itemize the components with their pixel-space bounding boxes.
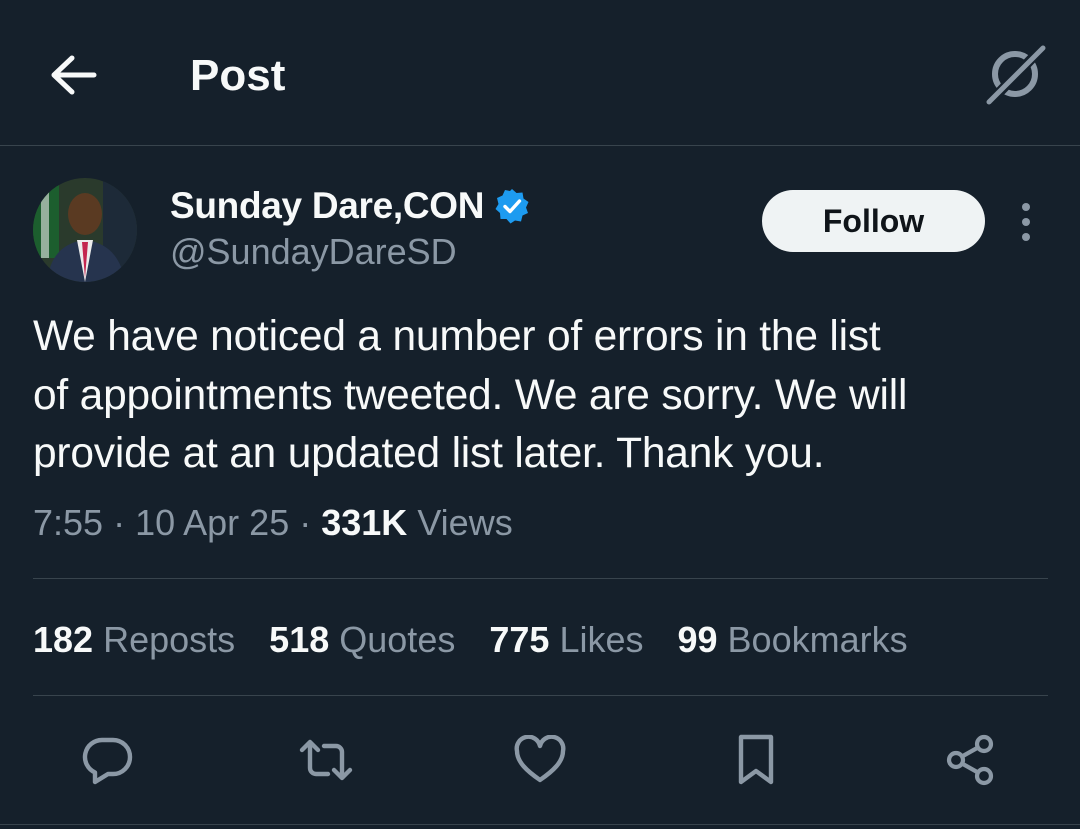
grok-button[interactable] <box>982 42 1048 106</box>
grok-icon <box>986 44 1046 105</box>
back-button[interactable] <box>46 50 102 100</box>
author-name-row[interactable]: Sunday Dare,CON <box>170 183 530 229</box>
verified-badge-icon <box>494 188 530 224</box>
meta-separator: · <box>299 502 322 543</box>
avatar-photo <box>33 178 137 282</box>
reposts-stat[interactable]: 182 Reposts <box>33 616 235 664</box>
divider <box>0 824 1080 825</box>
tweet-line: We have noticed a number of errors in th… <box>33 313 881 360</box>
author-handle[interactable]: @SundayDareSD <box>170 229 457 275</box>
divider <box>33 695 1048 696</box>
tweet-date[interactable]: 10 Apr 25 <box>135 502 289 543</box>
views-label: Views <box>417 502 513 543</box>
like-button[interactable] <box>512 732 568 788</box>
author-name[interactable]: Sunday Dare,CON <box>170 185 485 227</box>
tweet-time[interactable]: 7:55 <box>33 502 103 543</box>
page-title: Post <box>190 51 286 100</box>
bookmark-icon <box>738 734 774 785</box>
tweet-line: of appointments tweeted. We are sorry. W… <box>33 371 908 419</box>
views-count: 331K <box>321 502 408 543</box>
share-icon <box>946 734 994 786</box>
post-page: Post Sunday Dare,CON @SundayDareSD Follo… <box>0 0 1080 829</box>
engagement-stats: 182 Reposts 518 Quotes 775 Likes 99 Book… <box>33 616 942 664</box>
bookmark-button[interactable] <box>728 732 784 788</box>
meta-separator: · <box>113 502 136 543</box>
more-options-button[interactable] <box>1006 198 1046 246</box>
tweet-meta: 7:55 · 10 Apr 25 · 331K Views <box>33 500 513 546</box>
bookmarks-stat[interactable]: 99 Bookmarks <box>677 616 907 664</box>
likes-stat[interactable]: 775 Likes <box>489 616 643 664</box>
more-vertical-icon <box>1022 203 1030 241</box>
reply-icon <box>82 737 133 785</box>
share-button[interactable] <box>942 732 998 788</box>
follow-button[interactable]: Follow <box>762 190 985 252</box>
tweet-line: provide at an updated list later. Thank … <box>33 430 825 477</box>
like-icon <box>514 735 566 783</box>
top-bar: Post <box>0 0 1080 146</box>
reply-button[interactable] <box>80 732 136 788</box>
repost-button[interactable] <box>298 732 354 788</box>
avatar[interactable] <box>33 178 137 282</box>
arrow-left-icon <box>51 55 97 95</box>
tweet-text: We have noticed a number of errors in th… <box>33 308 1043 484</box>
quotes-stat[interactable]: 518 Quotes <box>269 616 455 664</box>
divider <box>33 578 1048 579</box>
repost-icon <box>299 739 353 781</box>
